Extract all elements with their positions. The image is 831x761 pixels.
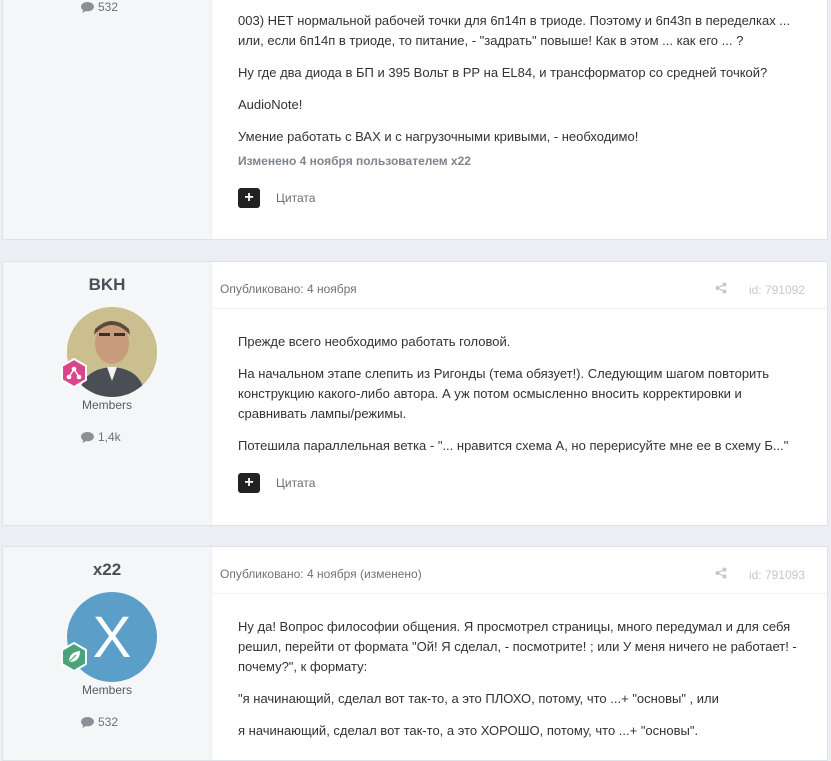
post-count: 532 xyxy=(81,0,118,14)
quote-button[interactable]: Цитата xyxy=(276,476,315,490)
divider xyxy=(211,593,827,594)
published-date[interactable]: Опубликовано: 4 ноября (изменено) xyxy=(220,567,422,581)
post-count-value: 532 xyxy=(98,0,119,14)
paragraph: 003) НЕТ нормальной рабочей точки для 6п… xyxy=(238,13,791,48)
edited-note: Изменено 4 ноября пользователем x22 xyxy=(238,154,471,168)
quote-button[interactable]: Цитата xyxy=(276,191,315,205)
paragraph: Прежде всего необходимо работать головой… xyxy=(238,334,511,349)
paragraph: "я начинающий, сделал вот так-то, а это … xyxy=(238,691,719,706)
member-group: Members xyxy=(81,683,132,697)
comment-icon xyxy=(81,431,94,443)
post-count: 1,4k xyxy=(81,430,121,444)
post-2: BKH Members 1,4k Опубликовано: 4 ноября … xyxy=(2,261,828,526)
post-meta-right: id: 791092 xyxy=(715,282,805,297)
share-icon[interactable] xyxy=(715,567,727,582)
author-panel: 532 xyxy=(3,0,212,239)
multiquote-button[interactable]: + xyxy=(238,473,260,493)
author-name[interactable]: x22 xyxy=(3,560,211,580)
rank-badge-icon xyxy=(59,358,89,388)
post-body: Ну да! Вопрос философии общения. Я просм… xyxy=(238,617,798,741)
paragraph: Потешила параллельная ветка - "... нрави… xyxy=(238,438,789,453)
comment-icon xyxy=(81,1,94,13)
author-name[interactable]: BKH xyxy=(3,275,211,295)
post-meta-right: id: 791093 xyxy=(715,567,805,582)
post-count: 532 xyxy=(81,715,118,729)
leaf-icon xyxy=(59,642,89,672)
paragraph: На начальном этапе слепить из Ригонды (т… xyxy=(238,366,770,421)
post-id[interactable]: id: 791093 xyxy=(749,568,805,582)
published-date[interactable]: Опубликовано: 4 ноября xyxy=(220,282,357,296)
comment-icon xyxy=(81,716,94,728)
post-1: 532 003) НЕТ нормальной рабочей точки дл… xyxy=(2,0,828,240)
plus-icon: + xyxy=(244,474,254,491)
post-body: 003) НЕТ нормальной рабочей точки для 6п… xyxy=(238,11,798,147)
divider xyxy=(211,308,827,309)
member-group: Members xyxy=(81,398,132,412)
post-actions: + Цитата xyxy=(238,473,315,493)
post-3: x22 X Members 532 Опубликовано: 4 ноября… xyxy=(2,546,828,761)
post-actions: + Цитата xyxy=(238,188,315,208)
multiquote-button[interactable]: + xyxy=(238,188,260,208)
author-panel: BKH Members 1,4k xyxy=(3,262,212,525)
author-panel: x22 X Members 532 xyxy=(3,547,212,760)
post-id[interactable]: id: 791092 xyxy=(749,283,805,297)
paragraph: Ну где два диода в БП и 395 Вольт в РР н… xyxy=(238,65,768,80)
paragraph: AudioNote! xyxy=(238,97,303,112)
post-body: Прежде всего необходимо работать головой… xyxy=(238,332,798,456)
paragraph: Ну да! Вопрос философии общения. Я просм… xyxy=(238,619,797,674)
paragraph: я начинающий, сделал вот так-то, а это Х… xyxy=(238,723,699,738)
post-count-value: 1,4k xyxy=(98,430,121,444)
plus-icon: + xyxy=(244,189,254,206)
post-count-value: 532 xyxy=(98,715,119,729)
share-icon[interactable] xyxy=(715,282,727,297)
paragraph: Умение работать с ВАХ и с нагрузочными к… xyxy=(238,129,639,144)
